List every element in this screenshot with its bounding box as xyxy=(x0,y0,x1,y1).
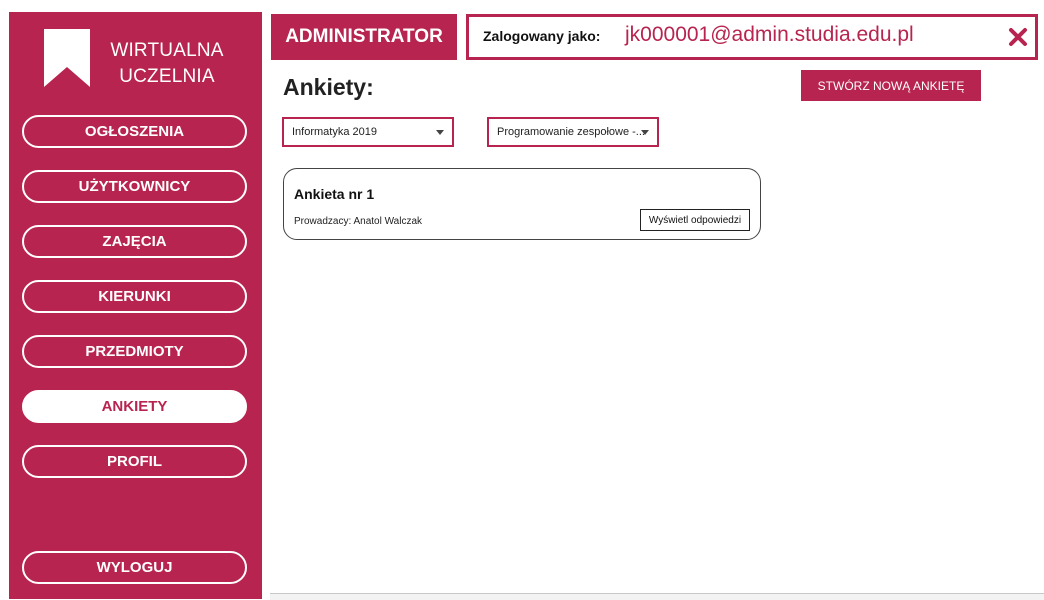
sidebar-item-label: OGŁOSZENIA xyxy=(84,123,185,140)
sidebar-item-kierunki[interactable]: KIERUNKI xyxy=(22,280,247,313)
logo-line1: WIRTUALNA xyxy=(110,40,224,61)
view-answers-button[interactable]: Wyświetl odpowiedzi xyxy=(640,209,750,231)
logout-button[interactable]: WYLOGUJ xyxy=(22,551,247,584)
field-of-study-value: Informatyka 2019 xyxy=(292,126,377,138)
create-survey-label: STWÓRZ NOWĄ ANKIETĘ xyxy=(817,78,965,93)
logo-line2: UCZELNIA xyxy=(119,66,215,87)
sidebar-item-label: KIERUNKI xyxy=(98,288,171,305)
sidebar: WIRTUALNA UCZELNIA OGŁOSZENIA UŻYTKOWNIC… xyxy=(9,12,262,599)
logout-label: WYLOGUJ xyxy=(96,559,173,576)
field-of-study-select[interactable]: Informatyka 2019 xyxy=(282,117,454,147)
subject-value: Programowanie zespołowe -... xyxy=(497,126,645,138)
sidebar-item-uzytkownicy[interactable]: UŻYTKOWNICY xyxy=(22,170,247,203)
survey-title: Ankieta nr 1 xyxy=(294,186,375,202)
sidebar-item-zajecia[interactable]: ZAJĘCIA xyxy=(22,225,247,258)
page-title: Ankiety: xyxy=(283,74,374,100)
sidebar-item-label: PROFIL xyxy=(107,453,162,470)
logo-text: WIRTUALNA UCZELNIA xyxy=(105,38,229,90)
chevron-down-icon xyxy=(436,130,444,135)
create-survey-button[interactable]: STWÓRZ NOWĄ ANKIETĘ xyxy=(801,70,981,101)
sidebar-item-label: PRZEDMIOTY xyxy=(85,343,184,360)
view-answers-label: Wyświetl odpowiedzi xyxy=(648,214,742,226)
logged-label: Zalogowany jako: xyxy=(483,28,601,44)
sidebar-item-label: UŻYTKOWNICY xyxy=(78,178,191,195)
sidebar-item-przedmioty[interactable]: PRZEDMIOTY xyxy=(22,335,247,368)
bookmark-icon xyxy=(44,29,90,87)
logo: WIRTUALNA UCZELNIA xyxy=(44,29,244,99)
logged-user-box: Zalogowany jako: jk000001@admin.studia.e… xyxy=(466,14,1038,60)
survey-card: Ankieta nr 1 Prowadzacy: Anatol Walczak … xyxy=(283,168,761,240)
sidebar-item-ogloszenia[interactable]: OGŁOSZENIA xyxy=(22,115,247,148)
sidebar-item-profil[interactable]: PROFIL xyxy=(22,445,247,478)
subject-select[interactable]: Programowanie zespołowe -... xyxy=(487,117,659,147)
logged-email: jk000001@admin.studia.edu.pl xyxy=(625,23,914,46)
sidebar-item-label: ZAJĘCIA xyxy=(102,233,167,250)
sidebar-item-label: ANKIETY xyxy=(101,398,168,415)
close-icon[interactable] xyxy=(1007,26,1029,48)
role-title: ADMINISTRATOR xyxy=(271,14,457,60)
chevron-down-icon xyxy=(641,130,649,135)
survey-teacher: Prowadzacy: Anatol Walczak xyxy=(294,216,423,227)
sidebar-item-ankiety[interactable]: ANKIETY xyxy=(22,390,247,423)
